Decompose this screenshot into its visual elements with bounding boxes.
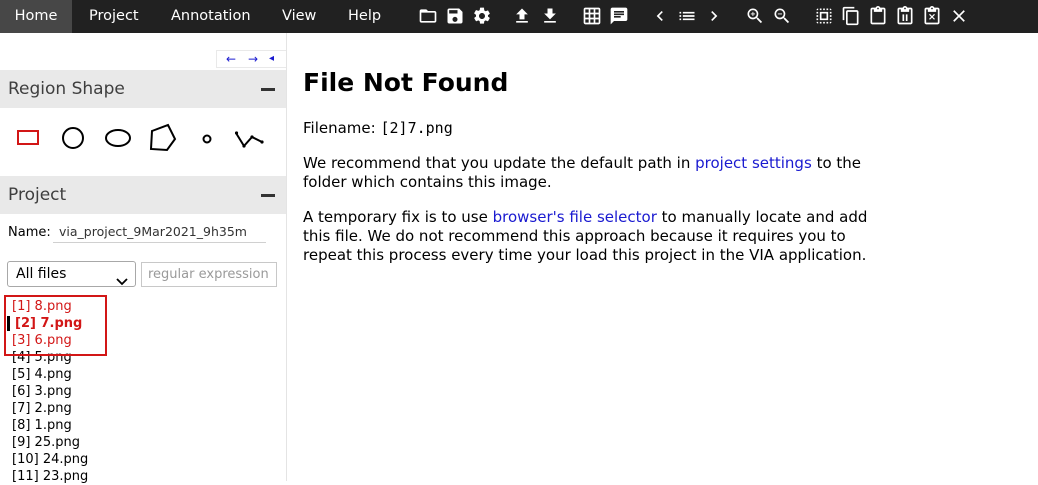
shape-polyline-icon[interactable] bbox=[235, 130, 265, 150]
gear-icon[interactable] bbox=[472, 6, 492, 26]
prev-icon[interactable] bbox=[650, 6, 670, 26]
project-title: Project bbox=[8, 185, 67, 205]
file-filter-select[interactable]: All files bbox=[7, 261, 136, 287]
menu-help[interactable]: Help bbox=[338, 0, 391, 33]
file-list-item[interactable]: [10] 24.png bbox=[12, 451, 88, 468]
comment-icon[interactable] bbox=[609, 6, 629, 26]
delete-icon[interactable] bbox=[922, 6, 942, 26]
file-list-item[interactable]: [11] 23.png bbox=[12, 468, 88, 485]
select-all-icon[interactable] bbox=[814, 6, 834, 26]
project-name-label: Name: bbox=[8, 225, 51, 240]
filename-label: Filename: bbox=[303, 119, 376, 137]
zoom-out-icon[interactable] bbox=[772, 6, 792, 26]
file-list-item[interactable]: [7] 2.png bbox=[12, 400, 72, 417]
shape-ellipse-icon[interactable] bbox=[104, 128, 132, 148]
p1-text-before: We recommend that you update the default… bbox=[303, 154, 691, 172]
arrow-right-icon[interactable]: → bbox=[248, 51, 258, 67]
file-list-item[interactable]: [4] 5.png bbox=[12, 349, 72, 366]
panel-divider[interactable] bbox=[286, 33, 287, 481]
file-list-item[interactable]: [9] 25.png bbox=[12, 434, 80, 451]
recommendation-paragraph: We recommend that you update the default… bbox=[303, 154, 893, 192]
file-list-item[interactable]: [6] 3.png bbox=[12, 383, 72, 400]
shape-polygon-icon[interactable] bbox=[147, 123, 177, 153]
next-icon[interactable] bbox=[704, 6, 724, 26]
save-icon[interactable] bbox=[445, 6, 465, 26]
file-filter-value: All files bbox=[16, 266, 67, 282]
top-menubar: Home Project Annotation View Help bbox=[0, 0, 1038, 33]
filename-value: [2]7.png bbox=[380, 119, 453, 137]
file-list-item[interactable]: [5] 4.png bbox=[12, 366, 72, 383]
project-header[interactable]: Project bbox=[0, 176, 286, 214]
download-icon[interactable] bbox=[540, 6, 560, 26]
chevron-down-icon bbox=[116, 270, 128, 294]
current-file-marker bbox=[7, 316, 10, 331]
close-icon[interactable] bbox=[949, 6, 969, 26]
browser-file-selector-link[interactable]: browser's file selector bbox=[493, 208, 657, 226]
page-title: File Not Found bbox=[303, 68, 509, 97]
filename-line: Filename: [2]7.png bbox=[303, 119, 893, 138]
project-name-input[interactable] bbox=[53, 221, 266, 243]
folder-open-icon[interactable] bbox=[418, 6, 438, 26]
regex-filter-input[interactable] bbox=[141, 262, 277, 287]
panel-nav-arrows: ← → ◂ bbox=[216, 50, 286, 68]
collapse-panel-icon[interactable]: ◂ bbox=[269, 51, 274, 67]
region-shape-header[interactable]: Region Shape bbox=[0, 70, 286, 108]
menu-home[interactable]: Home bbox=[0, 0, 72, 33]
minimize-icon[interactable] bbox=[261, 88, 275, 91]
project-settings-link[interactable]: project settings bbox=[695, 154, 812, 172]
shape-point-icon[interactable] bbox=[201, 133, 213, 145]
upload-icon[interactable] bbox=[512, 6, 532, 26]
copy-icon[interactable] bbox=[841, 6, 861, 26]
file-list-item-current[interactable]: [2] 7.png bbox=[15, 315, 82, 332]
region-shape-title: Region Shape bbox=[8, 79, 125, 99]
menu-view[interactable]: View bbox=[272, 0, 326, 33]
temporary-fix-paragraph: A temporary fix is to use browser's file… bbox=[303, 208, 893, 265]
shape-circle-icon[interactable] bbox=[61, 127, 85, 151]
file-list-item[interactable]: [8] 1.png bbox=[12, 417, 72, 434]
paste-special-icon[interactable] bbox=[895, 6, 915, 26]
p2-text-before: A temporary fix is to use bbox=[303, 208, 488, 226]
list-icon[interactable] bbox=[677, 6, 697, 26]
menu-annotation[interactable]: Annotation bbox=[161, 0, 261, 33]
paste-icon[interactable] bbox=[868, 6, 888, 26]
file-list-item[interactable]: [1] 8.png bbox=[12, 298, 72, 315]
menu-project[interactable]: Project bbox=[79, 0, 149, 33]
zoom-in-icon[interactable] bbox=[745, 6, 765, 26]
arrow-left-icon[interactable]: ← bbox=[226, 51, 236, 67]
file-list-item[interactable]: [3] 6.png bbox=[12, 332, 72, 349]
minimize-icon[interactable] bbox=[261, 194, 275, 197]
grid-icon[interactable] bbox=[582, 6, 602, 26]
shape-rectangle-icon[interactable] bbox=[17, 130, 41, 146]
